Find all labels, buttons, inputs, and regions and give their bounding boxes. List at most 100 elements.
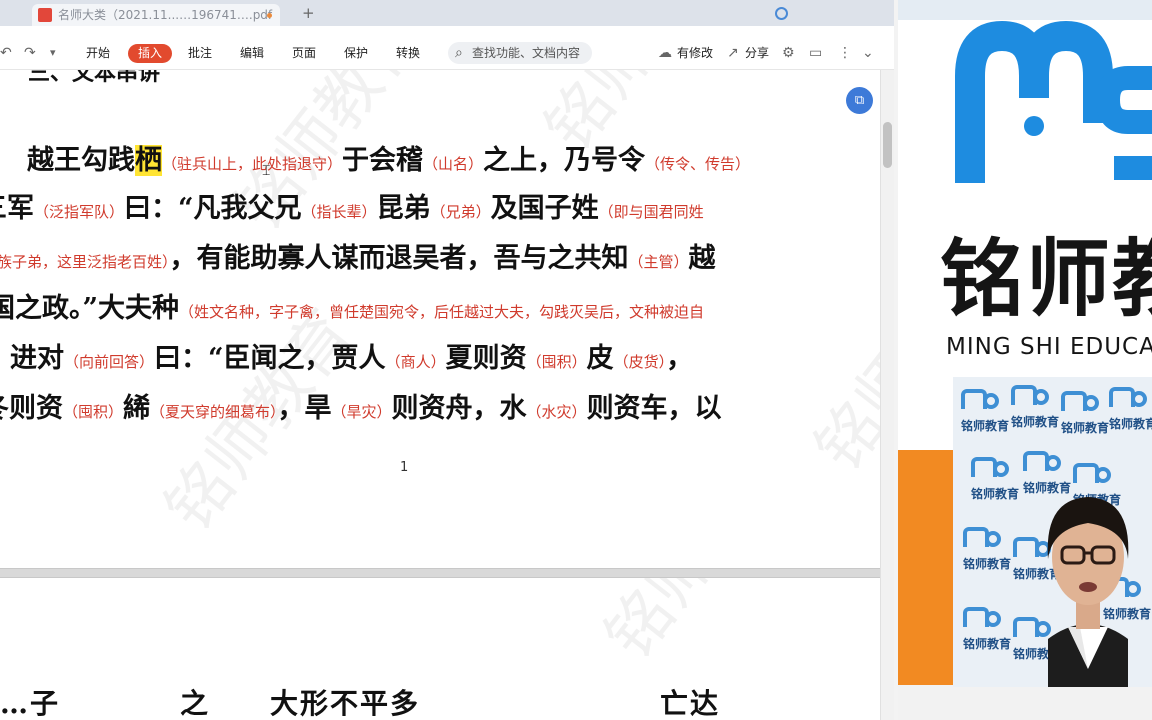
annotation-text: （水灾） — [526, 403, 587, 421]
tab-insert[interactable]: 插入 — [128, 44, 172, 63]
cloud-sync-icon: ☁ — [658, 45, 672, 61]
source-text: 冬则资 — [0, 393, 63, 424]
sync-icon[interactable] — [775, 7, 788, 20]
backdrop-logo-icon: 铭师教育 — [963, 607, 1012, 661]
source-text: 则资车，以 — [586, 393, 722, 424]
backdrop-text: 铭师教育 — [1011, 415, 1060, 429]
annotation-text: （主管） — [628, 253, 689, 271]
page-separator — [0, 568, 880, 578]
tab-start[interactable]: 开始 — [86, 37, 110, 69]
text-line: 贵族子弟，这里泛指老百姓），有能助寡人谋而退吴者，吾与之共知（主管）越 — [0, 236, 716, 275]
text-line: 杀）进对（向前回答）曰：“臣闻之，贾人（商人）夏则资（囤积）皮（皮货）， — [0, 336, 693, 375]
tab-page[interactable]: 页面 — [292, 37, 316, 69]
ms-logo-icon — [955, 20, 1152, 183]
source-text: 三军 — [0, 193, 34, 224]
floating-tool-button[interactable]: ⧉ — [846, 87, 873, 114]
backdrop-text: 铭师教育 — [1061, 421, 1110, 435]
undo-icon[interactable]: ↶ — [0, 37, 12, 69]
search-icon: ⌕ — [455, 45, 463, 61]
next-page-text: …子 之 大形不平多 亡达 减对拒木子 — [0, 687, 880, 720]
tab-edit[interactable]: 编辑 — [240, 37, 264, 69]
backdrop-logo-icon: 铭师教育 — [1061, 391, 1110, 445]
logo-s-shape — [1131, 391, 1147, 407]
source-text: 絺 — [123, 393, 151, 424]
presenter-avatar — [1047, 497, 1129, 687]
annotation-text: （商人） — [385, 353, 446, 371]
annotation-text: （即与国君同姓 — [598, 203, 704, 221]
source-text: 曰：“臣闻之，贾人 — [154, 343, 386, 374]
tab-bar: 名师大类（2021.11...…196741….pdf + — [0, 0, 894, 26]
backdrop-text: 铭师教育 — [963, 557, 1012, 571]
annotation-text: （兄弟） — [430, 203, 491, 221]
backdrop-logo-icon: 铭师教育 — [1109, 387, 1152, 441]
share-button[interactable]: 分享 — [745, 37, 769, 69]
redo-icon[interactable]: ↷ — [24, 37, 36, 69]
source-text: 曰：“凡我父兄 — [124, 193, 302, 224]
source-text: 夏则资 — [445, 343, 527, 374]
bottom-strip — [898, 685, 1152, 720]
modified-status[interactable]: 有修改 — [677, 37, 713, 69]
tab-annotate[interactable]: 批注 — [188, 37, 212, 69]
comment-icon[interactable]: ▭ — [809, 37, 822, 69]
backdrop-text: 铭师教育 — [1109, 417, 1152, 431]
brand-title: 铭师教 — [940, 230, 1152, 328]
settings-gear-icon[interactable]: ⚙ — [782, 37, 795, 69]
annotation-text: （夏天穿的细葛布） — [150, 403, 278, 421]
annotation-text: （姓文名种，字子禽，曾任楚国宛令，后任越过大夫，勾践灭吴后，文种被迫自 — [179, 303, 705, 321]
annotation-text: （囤积） — [526, 353, 587, 371]
backdrop-text: 铭师教育 — [963, 637, 1012, 651]
backdrop-text: 铭师教育 — [961, 419, 1010, 433]
vertical-scrollbar[interactable] — [880, 70, 894, 720]
annotation-text: （驻兵山上，此处指退守） — [162, 155, 343, 173]
source-text: ，旱 — [277, 393, 332, 424]
tab-protect[interactable]: 保护 — [344, 37, 368, 69]
backdrop-logo-icon: 铭师教育 — [1011, 385, 1060, 439]
backdrop-logo-icon: 铭师教育 — [961, 389, 1010, 443]
ribbon-toolbar: ↶ ↷ ▾ 开始 插入 批注 编辑 页面 保护 转换 ⌕ 查找功能、文档内容 ☁… — [0, 37, 894, 70]
pdf-editor-window: 名师大类（2021.11...…196741….pdf + ↶ ↷ ▾ 开始 插… — [0, 0, 894, 720]
source-text: 越 — [688, 243, 716, 274]
page-number: 1 — [400, 460, 409, 475]
annotation-text: （泛指军队） — [34, 203, 125, 221]
presenter-webcam: 铭师教育铭师教育铭师教育铭师教育铭师教育铭师教育铭师教育铭师教育铭师教育铭师教育… — [953, 377, 1152, 687]
annotation-text: 杀） — [0, 353, 10, 371]
collapse-ribbon-icon[interactable]: ⌄ — [862, 37, 874, 69]
text-line: 冬则资（囤积）絺（夏天穿的细葛布），旱（旱灾）则资舟，水（水灾）则资车，以 — [0, 386, 722, 425]
scrollbar-thumb[interactable] — [883, 122, 892, 168]
search-input[interactable]: ⌕ 查找功能、文档内容 — [448, 42, 592, 64]
new-tab-button[interactable]: + — [302, 4, 315, 22]
share-icon: ↗ — [727, 45, 739, 61]
watermark: 铭师教育 — [801, 237, 880, 485]
logo-s-shape — [985, 611, 1001, 627]
source-text: 进对 — [10, 343, 65, 374]
logo-s-shape — [993, 461, 1009, 477]
unsaved-dot-icon — [267, 13, 272, 18]
annotation-text: （指长辈） — [301, 203, 377, 221]
logo-s-shape — [1083, 395, 1099, 411]
logo-s-shape — [1033, 389, 1049, 405]
annotation-text: （皮货） — [613, 353, 667, 371]
tab-convert[interactable]: 转换 — [396, 37, 420, 69]
quick-access-dropdown-icon[interactable]: ▾ — [50, 37, 56, 69]
watermark: 铭师教育 — [580, 578, 810, 675]
source-text: 及国子姓 — [490, 193, 599, 224]
text-cursor-icon: ⌶ — [262, 163, 271, 179]
source-text: ， — [666, 343, 694, 374]
logo-s-shape — [983, 393, 999, 409]
document-tab-label: 名师大类（2021.11...…196741….pdf — [58, 8, 273, 22]
more-options-icon[interactable]: ⋮ — [838, 37, 852, 69]
section-heading: 三、文本串讲 — [28, 70, 161, 86]
source-text: 越王勾践 — [0, 145, 135, 176]
document-tab[interactable]: 名师大类（2021.11...…196741….pdf — [32, 4, 280, 26]
brand-top-strip — [898, 0, 1152, 20]
brand-subtitle: MING SHI EDUCA — [946, 334, 1152, 360]
logo-s-shape — [985, 531, 1001, 547]
document-page-1: 铭师教育 铭师教育 铭师教育 铭师教育 三、文本串讲 越王勾践栖（驻兵山上，此处… — [0, 70, 880, 568]
annotation-text: （山名） — [423, 155, 484, 173]
annotation-text: （囤积） — [63, 403, 124, 421]
text-line: 三军（泛指军队）曰：“凡我父兄（指长辈）昆弟（兄弟）及国子姓（即与国君同姓 — [0, 186, 704, 225]
text-line: 越王勾践栖（驻兵山上，此处指退守）于会稽（山名）之上，乃号令（传令、传告） — [0, 138, 750, 177]
source-text: 皮 — [586, 343, 614, 374]
annotation-text: （旱灾） — [331, 403, 392, 421]
brand-panel: 铭师教 MING SHI EDUCA 铭师教育铭师教育铭师教育铭师教育铭师教育铭… — [894, 0, 1152, 720]
